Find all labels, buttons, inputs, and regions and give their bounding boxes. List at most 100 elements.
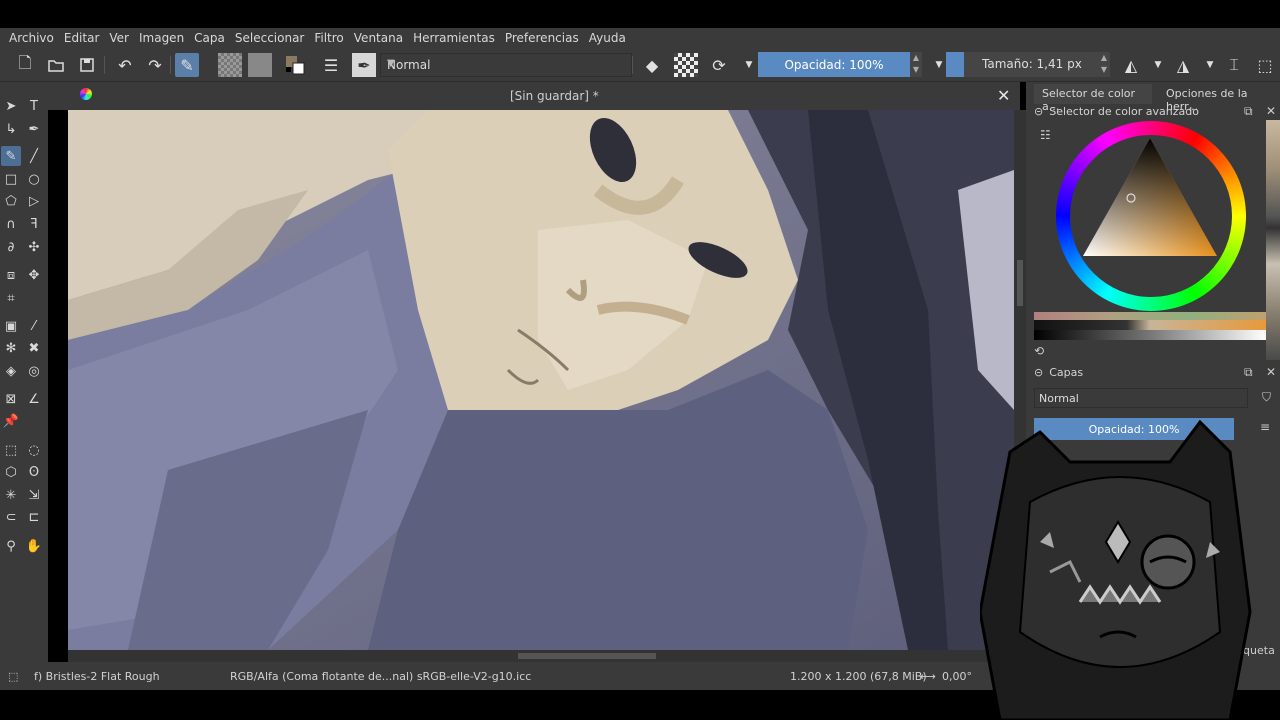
gradient-icon[interactable] <box>248 53 272 77</box>
lightness-slider[interactable] <box>1034 330 1266 340</box>
bezier-select-icon[interactable]: ⊂ <box>1 507 21 527</box>
preserve-alpha-icon[interactable] <box>674 53 698 77</box>
toolbox: ➤ T ↳ ✒ ✎ ╱ □ ○ ⬠ ▷ ∩ ꟻ ∂ ✣ ⧈ ✥ ⌗ ▣ ⁄ ✻ … <box>0 82 48 662</box>
brush-settings-icon[interactable]: ☰ <box>319 53 343 77</box>
reset-colors-icon[interactable]: ⟲ <box>1034 344 1044 358</box>
fill-pattern-icon[interactable] <box>218 53 242 77</box>
menu-archivo[interactable]: Archivo <box>4 31 59 45</box>
mirror-vertical-icon[interactable]: ◮ <box>1171 53 1195 77</box>
canvas-only-icon[interactable]: ⬚ <box>1253 53 1277 77</box>
transform-tool-icon[interactable]: ⧈ <box>1 265 21 285</box>
bezier-tool-icon[interactable]: ∩ <box>1 214 21 234</box>
menu-imagen[interactable]: Imagen <box>134 31 189 45</box>
freehand-brush-icon[interactable]: ✎ <box>1 146 21 166</box>
menu-filtro[interactable]: Filtro <box>309 31 348 45</box>
rotation-icon[interactable]: ⟷ <box>920 670 936 683</box>
color-triangle[interactable] <box>1083 138 1217 256</box>
hue-slider[interactable] <box>1034 312 1266 320</box>
rect-select-icon[interactable]: ⬚ <box>1 440 21 460</box>
color-panel-header: ⊝ Selector de color avanzado <box>1034 105 1199 118</box>
color-settings-icon[interactable]: ☷ <box>1040 128 1051 142</box>
save-icon[interactable] <box>75 53 99 77</box>
wrap-around-icon[interactable]: ⌶ <box>1222 53 1246 77</box>
mirror-h-dropdown-icon[interactable]: ▼ <box>1146 53 1170 77</box>
menu-herramientas[interactable]: Herramientas <box>408 31 500 45</box>
blend-mode-select[interactable]: Normal ▼ <box>380 53 632 77</box>
layers-panel-header: ⊝ Capas <box>1034 366 1083 379</box>
redo-icon[interactable]: ↷ <box>143 53 167 77</box>
color-picker-icon[interactable]: ⁄ <box>24 316 44 336</box>
ellipse-tool-icon[interactable]: ○ <box>24 169 44 189</box>
opacity-spin-icon[interactable]: ▲ ▼ <box>910 52 922 77</box>
undo-icon[interactable]: ↶ <box>113 53 137 77</box>
menu-ver[interactable]: Ver <box>104 31 134 45</box>
polygon-select-icon[interactable]: ⬡ <box>1 462 21 482</box>
menu-editar[interactable]: Editar <box>59 31 105 45</box>
reference-tool-icon[interactable]: 📌 <box>1 411 21 431</box>
reload-preset-icon[interactable]: ⟳ <box>707 53 731 77</box>
streamer-avatar-overlay <box>980 419 1252 720</box>
smart-patch-icon[interactable]: ✖ <box>24 338 44 358</box>
new-document-icon[interactable]: 🗋 <box>13 53 37 77</box>
float-layers-icon[interactable]: ⧉ <box>1244 365 1253 380</box>
enclose-fill-icon[interactable]: ◎ <box>24 361 44 381</box>
fg-bg-color-icon[interactable] <box>283 53 307 77</box>
close-panel-icon[interactable]: ✕ <box>1266 104 1276 118</box>
select-shape-icon[interactable]: ➤ <box>1 96 21 116</box>
tab-tool-options[interactable]: Opciones de la herr... <box>1158 84 1270 113</box>
polyline-tool-icon[interactable]: ▷ <box>24 191 44 211</box>
freehand-path-icon[interactable]: ꟻ <box>24 214 44 234</box>
multibrush-icon[interactable]: ✣ <box>24 237 44 257</box>
opacity-slider[interactable]: Opacidad: 100% <box>758 52 910 77</box>
eraser-mode-icon[interactable]: ◆ <box>640 53 664 77</box>
selection-icon[interactable]: ⬚ <box>8 670 18 683</box>
size-spin-icon[interactable]: ▲ ▼ <box>1098 52 1110 77</box>
mirror-horizontal-icon[interactable]: ◭ <box>1119 53 1143 77</box>
polygon-tool-icon[interactable]: ⬠ <box>1 191 21 211</box>
mirror-v-dropdown-icon[interactable]: ▼ <box>1198 53 1222 77</box>
zoom-tool-icon[interactable]: ⚲ <box>1 536 21 556</box>
contiguous-select-icon[interactable]: ✳ <box>1 485 21 505</box>
close-layers-icon[interactable]: ✕ <box>1266 365 1276 379</box>
size-slider[interactable]: Tamaño: 1,41 px <box>946 52 1098 77</box>
tab-color-selector[interactable]: Selector de color a... <box>1034 84 1152 113</box>
lock-icon[interactable]: ⊝ <box>1034 105 1043 118</box>
assistant-tool-icon[interactable]: ⊠ <box>1 389 21 409</box>
color-panel-title: Selector de color avanzado <box>1049 105 1199 118</box>
brush-preset-icon[interactable]: ✎ <box>175 53 199 77</box>
pan-tool-icon[interactable]: ✋ <box>24 536 44 556</box>
dynamic-brush-icon[interactable]: ∂ <box>1 237 21 257</box>
edit-shape-icon[interactable]: ↳ <box>1 119 21 139</box>
menu-preferencias[interactable]: Preferencias <box>500 31 584 45</box>
color-history-strip[interactable] <box>1266 120 1280 360</box>
close-document-icon[interactable]: ✕ <box>997 86 1010 105</box>
menu-capa[interactable]: Capa <box>189 31 230 45</box>
freehand-select-icon[interactable]: ʘ <box>24 462 44 482</box>
text-tool-icon[interactable]: T <box>24 96 44 116</box>
lock-icon[interactable]: ⊝ <box>1034 366 1043 379</box>
fill-tool-icon[interactable]: ◈ <box>1 361 21 381</box>
menu-ventana[interactable]: Ventana <box>349 31 408 45</box>
similar-select-icon[interactable]: ⇲ <box>24 485 44 505</box>
calligraphy-icon[interactable]: ✒ <box>24 119 44 139</box>
brush-preview-icon[interactable]: ✒ <box>352 53 376 77</box>
magnetic-select-icon[interactable]: ⊏ <box>24 507 44 527</box>
filter-icon[interactable]: ⛉ <box>1262 390 1271 405</box>
layers-blend-value: Normal <box>1039 392 1079 405</box>
move-tool-icon[interactable]: ✥ <box>24 265 44 285</box>
value-slider[interactable] <box>1034 320 1266 330</box>
menu-ayuda[interactable]: Ayuda <box>584 31 631 45</box>
layers-blend-select[interactable]: Normal <box>1034 388 1248 408</box>
gradient-tool-icon[interactable]: ▣ <box>1 316 21 336</box>
float-panel-icon[interactable]: ⧉ <box>1244 104 1253 119</box>
ellipse-select-icon[interactable]: ◌ <box>24 440 44 460</box>
menu-seleccionar[interactable]: Seleccionar <box>230 31 309 45</box>
colorize-mask-icon[interactable]: ✻ <box>1 338 21 358</box>
crop-tool-icon[interactable]: ⌗ <box>1 288 21 308</box>
open-folder-icon[interactable] <box>44 53 68 77</box>
rectangle-tool-icon[interactable]: □ <box>1 169 21 189</box>
measure-tool-icon[interactable]: ∠ <box>24 389 44 409</box>
drawing-canvas[interactable] <box>68 110 1014 650</box>
horizontal-scrollbar[interactable] <box>68 650 1014 662</box>
line-tool-icon[interactable]: ╱ <box>24 146 44 166</box>
